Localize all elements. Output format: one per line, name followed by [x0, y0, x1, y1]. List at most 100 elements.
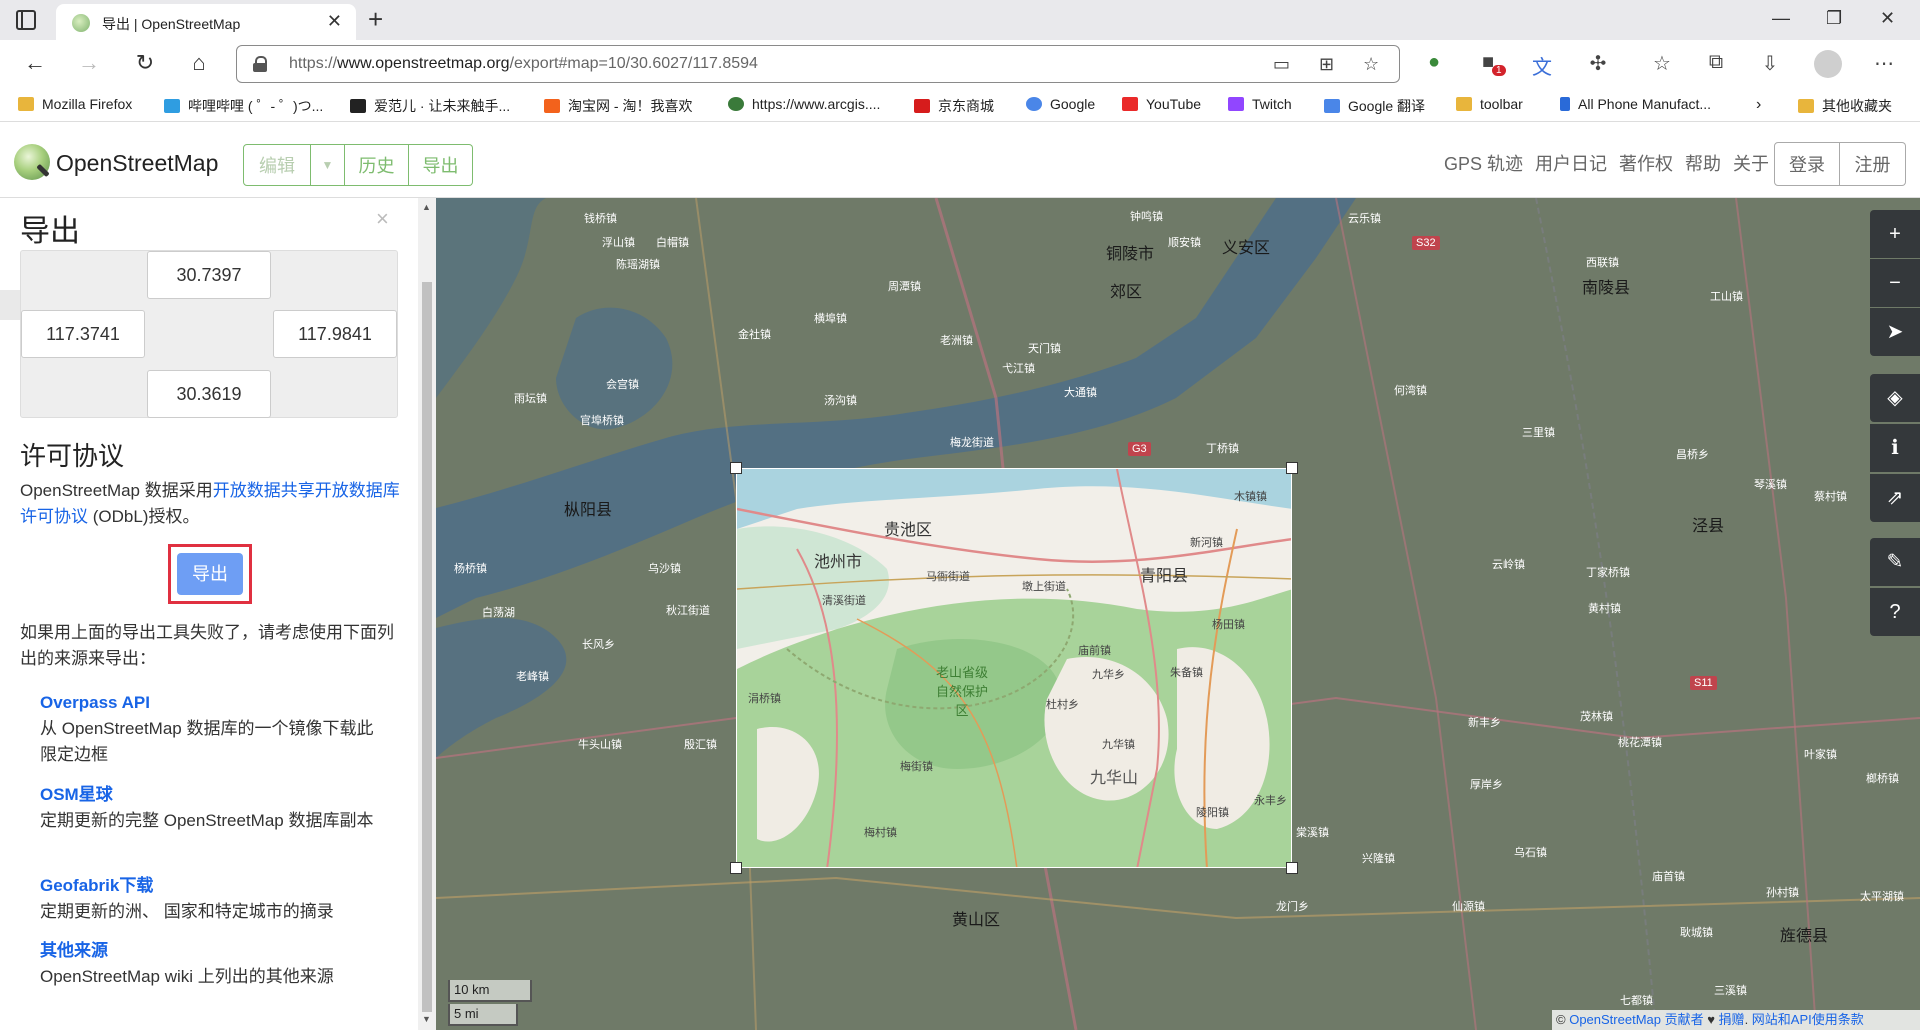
- gps-traces-link[interactable]: GPS 轨迹: [1444, 154, 1523, 174]
- app-available-icon[interactable]: ⊞: [1319, 54, 1334, 75]
- jd-icon: [914, 99, 930, 113]
- scroll-down-icon[interactable]: ▼: [422, 1014, 431, 1024]
- export-tab-button[interactable]: 导出: [409, 144, 473, 186]
- bookmark-item[interactable]: 爱范儿 · 让未来触手...: [350, 96, 510, 116]
- map-label: 马衙街道: [926, 571, 970, 583]
- west-input[interactable]: 117.3741: [21, 310, 145, 358]
- bookmark-item[interactable]: 哔哩哔哩 ( ゜- ゜)つ...: [164, 96, 323, 116]
- minimize-icon[interactable]: —: [1772, 8, 1790, 29]
- source-desc: 定期更新的完整 OpenStreetMap 数据库副本: [40, 811, 374, 830]
- layers-icon[interactable]: ◈: [1870, 374, 1920, 422]
- address-bar[interactable]: https://www.openstreetmap.org/export#map…: [236, 45, 1400, 83]
- selection-handle-ne[interactable]: [1286, 462, 1298, 474]
- earth-extension-icon[interactable]: ●: [1420, 51, 1448, 74]
- extensions-puzzle-icon[interactable]: ✣: [1584, 51, 1612, 76]
- map-label: 九华山: [1090, 770, 1139, 787]
- bookmark-item[interactable]: 京东商城: [914, 96, 994, 116]
- locate-icon[interactable]: ➤: [1870, 308, 1920, 356]
- map-label: 蔡村镇: [1814, 491, 1847, 503]
- signup-button[interactable]: 注册: [1840, 142, 1906, 186]
- about-link[interactable]: 关于: [1733, 154, 1769, 174]
- edit-dropdown-icon[interactable]: ▼: [311, 144, 345, 186]
- planet-osm-link[interactable]: OSM星球: [40, 782, 380, 808]
- bookmark-item[interactable]: Twitch: [1228, 96, 1292, 112]
- selection-handle-se[interactable]: [1286, 862, 1298, 874]
- downloads-icon[interactable]: ⇩: [1756, 51, 1784, 76]
- bookmark-item[interactable]: Mozilla Firefox: [18, 96, 132, 112]
- osm-brand[interactable]: OpenStreetMap: [56, 150, 218, 177]
- map-label: 钱桥镇: [584, 213, 617, 225]
- map-label: 汤沟镇: [824, 395, 857, 407]
- help-link[interactable]: 帮助: [1685, 154, 1721, 174]
- more-menu-icon[interactable]: ⋯: [1870, 51, 1898, 76]
- bookmark-item[interactable]: 淘宝网 - 淘！我喜欢: [544, 96, 692, 116]
- url-text[interactable]: https://www.openstreetmap.org/export#map…: [289, 55, 758, 73]
- selection-handle-nw[interactable]: [730, 462, 742, 474]
- scroll-up-icon[interactable]: ▲: [422, 202, 431, 212]
- share-icon[interactable]: ⇗: [1870, 474, 1920, 522]
- selection-handle-sw[interactable]: [730, 862, 742, 874]
- osm-favicon-icon: [72, 14, 90, 32]
- route-shield: S32: [1412, 236, 1440, 250]
- query-features-icon[interactable]: ?: [1870, 588, 1920, 636]
- map-label: 梅街镇: [900, 761, 933, 773]
- edit-button[interactable]: 编辑: [243, 144, 311, 186]
- sidebar-close-icon[interactable]: ×: [376, 206, 389, 232]
- geofabrik-link[interactable]: Geofabrik下载: [40, 873, 380, 899]
- bookmark-item[interactable]: 其他收藏夹: [1798, 96, 1892, 116]
- map-label: 丁桥镇: [1206, 443, 1239, 455]
- south-input[interactable]: 30.3619: [147, 370, 271, 418]
- zoom-out-icon[interactable]: −: [1870, 259, 1920, 307]
- bookmarks-overflow-icon[interactable]: ›: [1756, 96, 1761, 114]
- scrollbar-thumb[interactable]: [422, 282, 432, 1012]
- donate-link[interactable]: 捐赠: [1719, 1012, 1745, 1027]
- bookmark-item[interactable]: YouTube: [1122, 96, 1201, 112]
- maximize-icon[interactable]: ❐: [1826, 8, 1842, 29]
- bookmark-item[interactable]: All Phone Manufact...: [1560, 96, 1711, 112]
- window-close-icon[interactable]: ✕: [1880, 8, 1895, 29]
- login-button[interactable]: 登录: [1774, 142, 1840, 186]
- home-icon[interactable]: ⌂: [184, 50, 214, 76]
- bookmark-item[interactable]: Google: [1026, 96, 1095, 112]
- map-view[interactable]: 池州市 贵池区 青阳县 九华山 铜陵市 义安区 郊区 南陵县 泾县 枞阳县 黄山…: [436, 198, 1920, 1030]
- contributors-link[interactable]: OpenStreetMap 贡献者: [1569, 1012, 1703, 1027]
- sidebar-scrollbar[interactable]: ▲ ▼: [418, 198, 436, 1030]
- other-sources-link[interactable]: 其他来源: [40, 938, 380, 964]
- back-icon[interactable]: ←: [20, 50, 50, 76]
- bookmark-item[interactable]: toolbar: [1456, 96, 1523, 112]
- collections-icon[interactable]: ⧉: [1702, 51, 1730, 74]
- browser-tab[interactable]: 导出 | OpenStreetMap ✕: [56, 4, 356, 40]
- osm-logo-icon[interactable]: [14, 144, 50, 180]
- map-label: 牛头山镇: [578, 739, 622, 751]
- refresh-icon[interactable]: ↻: [130, 50, 160, 76]
- user-diaries-link[interactable]: 用户日记: [1535, 154, 1607, 174]
- map-info-icon[interactable]: ℹ: [1870, 424, 1920, 472]
- read-aloud-icon[interactable]: ▭: [1273, 54, 1290, 75]
- sidebar-edge-tab[interactable]: [0, 290, 20, 320]
- lock-icon[interactable]: [253, 56, 267, 72]
- new-tab-icon[interactable]: +: [368, 4, 383, 35]
- map-label: 天门镇: [1028, 343, 1061, 355]
- copyright-link[interactable]: 著作权: [1619, 154, 1673, 174]
- profile-avatar[interactable]: [1814, 50, 1842, 78]
- translate-icon[interactable]: 文: [1528, 51, 1556, 80]
- map-label: 会宫镇: [606, 379, 639, 391]
- bookmark-item[interactable]: Google 翻译: [1324, 96, 1425, 116]
- add-favorite-icon[interactable]: ☆: [1363, 54, 1379, 75]
- forward-icon[interactable]: →: [74, 50, 104, 76]
- extension-icon[interactable]: ■ 1: [1474, 51, 1506, 76]
- export-button[interactable]: 导出: [177, 553, 243, 595]
- tab-close-icon[interactable]: ✕: [327, 11, 342, 32]
- map-label: 叶家镇: [1804, 749, 1837, 761]
- favorites-icon[interactable]: ☆: [1648, 51, 1676, 76]
- terms-link[interactable]: 网站和API使用条款: [1752, 1012, 1864, 1027]
- map-label: 三里镇: [1522, 427, 1555, 439]
- tab-actions-icon[interactable]: [16, 10, 36, 30]
- add-note-icon[interactable]: ✎: [1870, 538, 1920, 586]
- east-input[interactable]: 117.9841: [273, 310, 397, 358]
- bookmark-item[interactable]: https://www.arcgis....: [728, 96, 880, 112]
- overpass-api-link[interactable]: Overpass API: [40, 690, 380, 716]
- zoom-in-icon[interactable]: +: [1870, 210, 1920, 258]
- history-button[interactable]: 历史: [345, 144, 409, 186]
- north-input[interactable]: 30.7397: [147, 251, 271, 299]
